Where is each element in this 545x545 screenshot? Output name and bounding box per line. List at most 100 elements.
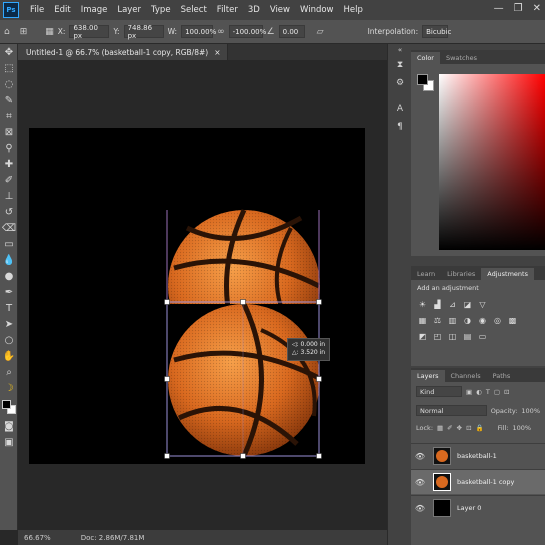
tab-learn[interactable]: Learn [411, 268, 441, 280]
tab-paths[interactable]: Paths [487, 370, 517, 382]
visibility-eye-icon[interactable]: 👁 [411, 452, 429, 461]
curves-icon[interactable]: ⊿ [447, 299, 458, 309]
lasso-tool-icon[interactable]: ◌ [0, 76, 18, 92]
layer-row[interactable]: 👁 basketball-1 [411, 443, 545, 468]
hue-saturation-icon[interactable]: ⚖ [432, 315, 443, 325]
document-tab-close-icon[interactable]: × [214, 48, 220, 57]
black-white-icon[interactable]: ◑ [462, 315, 473, 325]
invert-icon[interactable]: ◩ [417, 331, 428, 341]
menu-image[interactable]: Image [76, 5, 113, 15]
menu-window[interactable]: Window [295, 5, 339, 15]
paragraph-icon[interactable]: ¶ [388, 118, 412, 136]
eraser-tool-icon[interactable]: ⌫ [0, 220, 18, 236]
menu-select[interactable]: Select [176, 5, 212, 15]
link-icon[interactable]: ∞ [217, 27, 225, 37]
filter-shape-icon[interactable]: ▢ [494, 388, 500, 396]
tab-adjustments[interactable]: Adjustments [481, 268, 534, 280]
character-icon[interactable]: A [388, 100, 412, 118]
dodge-tool-icon[interactable]: ● [0, 268, 18, 284]
gradient-map-icon[interactable]: ▽ [477, 299, 488, 309]
menu-view[interactable]: View [265, 5, 295, 15]
minimize-icon[interactable]: — [494, 3, 504, 14]
collapse-arrows-icon[interactable]: « [388, 44, 412, 56]
eyedropper-tool-icon[interactable]: ⚲ [0, 140, 18, 156]
restore-icon[interactable]: ❐ [514, 3, 523, 14]
home-icon[interactable]: ⌂ [4, 27, 10, 37]
threshold-icon[interactable]: ◫ [447, 331, 458, 341]
layer-name[interactable]: basketball-1 copy [457, 478, 514, 486]
filter-smart-icon[interactable]: ⊡ [504, 388, 509, 396]
menu-layer[interactable]: Layer [112, 5, 146, 15]
color-lookup-icon[interactable]: ▩ [507, 315, 518, 325]
selective-color-icon[interactable]: ▤ [462, 331, 473, 341]
posterize-icon[interactable]: ◰ [432, 331, 443, 341]
tab-channels[interactable]: Channels [445, 370, 487, 382]
filter-adjust-icon[interactable]: ◐ [476, 388, 482, 396]
photo-filter-icon[interactable]: ◉ [477, 315, 488, 325]
color-picker-field[interactable] [439, 74, 545, 250]
foreground-color-swatch[interactable] [417, 74, 428, 85]
path-selection-tool-icon[interactable]: ➤ [0, 316, 18, 332]
menu-3d[interactable]: 3D [243, 5, 265, 15]
move-tool-icon[interactable]: ✥ [0, 44, 18, 60]
tab-color[interactable]: Color [411, 52, 440, 64]
y-field[interactable]: 748.86 px [123, 24, 164, 40]
marquee-tool-icon[interactable]: ⬚ [0, 60, 18, 76]
properties-icon[interactable]: ⚙ [388, 74, 412, 92]
fill-value[interactable]: 100% [513, 424, 532, 432]
lock-brush-icon[interactable]: ✐ [447, 424, 452, 432]
history-icon[interactable]: ⧗ [388, 56, 412, 74]
crop-tool-icon[interactable]: ⌗ [0, 108, 18, 124]
zoom-tool-icon[interactable]: ⌕ [0, 364, 18, 380]
gradient-tool-icon[interactable]: ▭ [0, 236, 18, 252]
layer-row[interactable]: 👁 Layer 0 [411, 495, 545, 520]
edit-toolbar-icon[interactable]: ☽ [0, 380, 18, 396]
levels-icon[interactable]: ▟ [432, 299, 443, 309]
channel-mixer-icon[interactable]: ◎ [492, 315, 503, 325]
lock-move-icon[interactable]: ✥ [457, 424, 462, 432]
blur-tool-icon[interactable]: 💧 [0, 252, 18, 268]
filter-pixel-icon[interactable]: ▣ [466, 388, 472, 396]
color-balance-icon[interactable]: ▥ [447, 315, 458, 325]
healing-brush-tool-icon[interactable]: ✚ [0, 156, 18, 172]
close-icon[interactable]: ✕ [533, 3, 541, 14]
quick-mask-icon[interactable]: ◙ [0, 418, 18, 434]
vibrance-icon[interactable]: ▦ [417, 315, 428, 325]
visibility-eye-icon[interactable]: 👁 [411, 504, 429, 513]
visibility-eye-icon[interactable]: 👁 [411, 478, 429, 487]
doc-size-info[interactable]: Doc: 2.86M/7.81M [81, 534, 145, 542]
filter-type-icon[interactable]: T [486, 388, 490, 396]
w-field[interactable]: 100.00% [181, 25, 216, 38]
menu-file[interactable]: File [25, 5, 49, 15]
zoom-level[interactable]: 66.67% [24, 534, 51, 542]
clone-stamp-tool-icon[interactable]: ⊥ [0, 188, 18, 204]
exposure-icon[interactable]: ◪ [462, 299, 473, 309]
blend-mode-select[interactable]: Normal [416, 405, 487, 416]
gradient-fill-icon[interactable]: ▭ [477, 331, 488, 341]
h-field[interactable]: -100.00% [228, 25, 266, 38]
shape-tool-icon[interactable]: ○ [0, 332, 18, 348]
history-brush-tool-icon[interactable]: ↺ [0, 204, 18, 220]
menu-edit[interactable]: Edit [49, 5, 75, 15]
layer-kind-filter[interactable]: Kind [416, 386, 462, 397]
tab-libraries[interactable]: Libraries [441, 268, 481, 280]
lock-transparent-icon[interactable]: ▦ [437, 424, 443, 432]
menu-help[interactable]: Help [339, 5, 368, 15]
interpolation-select[interactable]: Bicubic [422, 25, 451, 38]
tool-preset-icon[interactable]: ⊞ [20, 27, 28, 37]
angle-field[interactable]: 0.00 [278, 25, 305, 38]
tab-swatches[interactable]: Swatches [440, 52, 483, 64]
reference-point-icon[interactable]: ▦ [45, 27, 54, 37]
menu-filter[interactable]: Filter [212, 5, 243, 15]
menu-type[interactable]: Type [146, 5, 176, 15]
canvas[interactable]: ◁: 0.000 in △: 3.520 in [29, 128, 365, 464]
screen-mode-icon[interactable]: ▣ [0, 434, 18, 450]
frame-tool-icon[interactable]: ⊠ [0, 124, 18, 140]
layer-name[interactable]: basketball-1 [457, 452, 497, 460]
type-tool-icon[interactable]: T [0, 300, 18, 316]
quick-select-tool-icon[interactable]: ✎ [0, 92, 18, 108]
brightness-icon[interactable]: ☀ [417, 299, 428, 309]
pen-tool-icon[interactable]: ✒ [0, 284, 18, 300]
brush-tool-icon[interactable]: ✐ [0, 172, 18, 188]
opacity-value[interactable]: 100% [521, 407, 540, 415]
